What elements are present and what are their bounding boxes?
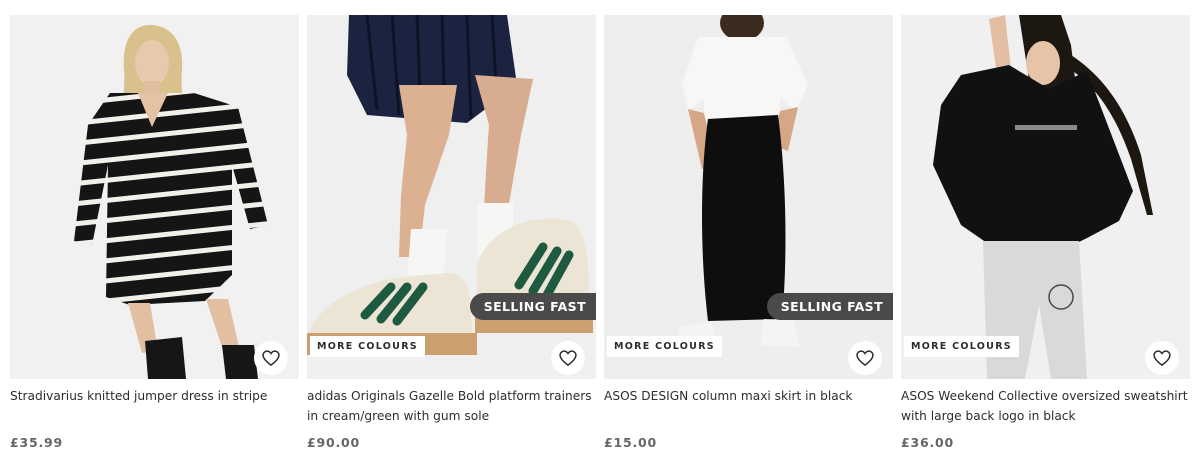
more-colours-tag: MORE COLOURS xyxy=(310,336,425,357)
product-title-link[interactable]: adidas Originals Gazelle Bold platform t… xyxy=(307,389,592,423)
product-price: £36.00 xyxy=(901,435,955,450)
save-for-later-button[interactable] xyxy=(551,341,585,375)
heart-icon xyxy=(856,350,874,367)
more-colours-tag: MORE COLOURS xyxy=(607,336,722,357)
model-black-maxi-skirt-photo xyxy=(604,15,893,379)
selling-fast-badge: SELLING FAST xyxy=(766,293,893,320)
product-title[interactable]: ASOS Weekend Collective oversized sweats… xyxy=(901,387,1190,427)
product-title-link[interactable]: Stradivarius knitted jumper dress in str… xyxy=(10,389,267,403)
selling-fast-badge: SELLING FAST xyxy=(469,293,596,320)
product-image[interactable] xyxy=(10,15,299,379)
model-black-sweatshirt-photo xyxy=(901,15,1190,379)
product-card[interactable]: SELLING FAST MORE COLOURS ASOS DESIGN co… xyxy=(604,15,893,450)
product-image[interactable]: SELLING FAST MORE COLOURS xyxy=(307,15,596,379)
product-image[interactable]: MORE COLOURS xyxy=(901,15,1190,379)
heart-icon xyxy=(559,350,577,367)
product-title-link[interactable]: ASOS Weekend Collective oversized sweats… xyxy=(901,389,1187,423)
product-card[interactable]: MORE COLOURS ASOS Weekend Collective ove… xyxy=(901,15,1190,450)
product-title-link[interactable]: ASOS DESIGN column maxi skirt in black xyxy=(604,389,852,403)
product-title[interactable]: Stradivarius knitted jumper dress in str… xyxy=(10,387,299,427)
heart-icon xyxy=(262,350,280,367)
product-price: £35.99 xyxy=(10,435,64,450)
heart-icon xyxy=(1153,350,1171,367)
product-grid: Stradivarius knitted jumper dress in str… xyxy=(0,0,1200,467)
product-price: £15.00 xyxy=(604,435,658,450)
product-card[interactable]: Stradivarius knitted jumper dress in str… xyxy=(10,15,299,450)
product-price: £90.00 xyxy=(307,435,361,450)
save-for-later-button[interactable] xyxy=(254,341,288,375)
product-image[interactable]: SELLING FAST MORE COLOURS xyxy=(604,15,893,379)
product-card[interactable]: SELLING FAST MORE COLOURS adidas Origina… xyxy=(307,15,596,450)
save-for-later-button[interactable] xyxy=(1145,341,1179,375)
trainers-on-feet-photo xyxy=(307,15,596,379)
product-title[interactable]: adidas Originals Gazelle Bold platform t… xyxy=(307,387,596,427)
product-title[interactable]: ASOS DESIGN column maxi skirt in black xyxy=(604,387,893,427)
model-striped-jumper-dress-photo xyxy=(10,15,299,379)
more-colours-tag: MORE COLOURS xyxy=(904,336,1019,357)
save-for-later-button[interactable] xyxy=(848,341,882,375)
